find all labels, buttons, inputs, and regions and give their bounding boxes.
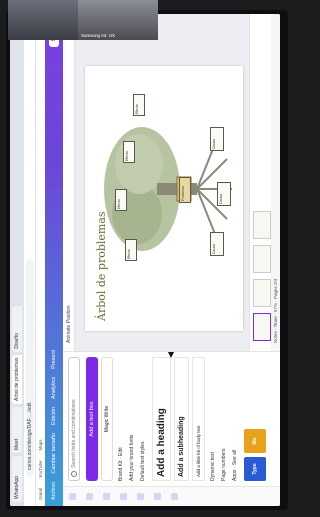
pages-strip (249, 14, 271, 351)
apps-label: Apps · See all (232, 449, 238, 481)
app-thumb[interactable]: Type GRAD (244, 457, 280, 481)
problem-box[interactable]: Problema (179, 177, 191, 203)
brand-icon[interactable] (120, 493, 127, 500)
page-counter: Pages 2/4 (273, 278, 278, 299)
page-thumbnail[interactable] (253, 211, 271, 239)
apps-thumbnails: Type GRAD Mo (244, 357, 280, 481)
url-input[interactable]: canva.com/design/DAF...../edit (25, 260, 34, 476)
font-search-input[interactable]: Search fonts and combinations (68, 357, 80, 481)
participant-name: Samsung Int. UX (81, 33, 116, 38)
rotated-ui: WhatsApp Meet Árbol de problemas Diseño … (10, 14, 280, 506)
add-body-text-button[interactable]: Add a little bit of body text (192, 357, 205, 481)
address-bar: canva.com/design/DAF...../edit (24, 14, 36, 506)
text-icon[interactable] (103, 493, 110, 500)
dynamic-text-label: Dynamic text (210, 452, 216, 481)
menu-edit[interactable]: Edición (51, 407, 57, 425)
canvas-area: Animate Position Árbol de problemas Efec… (63, 14, 280, 351)
timer-button[interactable]: Timer (273, 316, 278, 327)
browser-tab[interactable]: Diseño (12, 305, 22, 352)
menu-resize[interactable]: Cambiar tamaño (51, 433, 57, 474)
status-bar: Notes · Timer · 57% · Pages 2/4 (271, 14, 280, 351)
add-brand-fonts[interactable]: Add your brand fonts (129, 357, 135, 481)
page-numbers-button[interactable]: Page numbers (221, 357, 227, 481)
notes-button[interactable]: Notes (273, 331, 278, 343)
design-page[interactable]: Árbol de problemas Efecto Efecto Efecto … (85, 66, 243, 331)
browser-tab-strip: WhatsApp Meet Árbol de problemas Diseño (10, 14, 24, 506)
page-thumbnail[interactable] (253, 279, 271, 307)
elements-icon[interactable] (86, 493, 93, 500)
edit-link[interactable]: Edit (118, 447, 124, 456)
draw-icon[interactable] (154, 493, 161, 500)
analytics-button[interactable]: Analytics (51, 377, 57, 399)
page-thumbnail[interactable] (253, 245, 271, 273)
bookmark-item[interactable]: Gmail (38, 488, 43, 500)
present-button[interactable]: Present (51, 350, 57, 369)
add-heading-button[interactable]: Add a heading (152, 357, 171, 481)
uploads-icon[interactable] (137, 493, 144, 500)
tree-box[interactable]: Efecto (133, 94, 145, 116)
see-all-link[interactable]: See all (232, 450, 238, 465)
menu-file[interactable]: Archivo (51, 482, 57, 500)
zoom-level[interactable]: 57% (273, 303, 278, 312)
context-toolbar[interactable]: Animate Position (63, 14, 75, 351)
canva-header: Archivo Cambiar tamaño Edición Analytics… (45, 14, 63, 506)
page-thumbnail[interactable] (253, 313, 271, 341)
brand-kit-label: Brand Kit · Edit (118, 447, 124, 481)
add-subheading-button[interactable]: Add a subheading (174, 357, 189, 481)
monitor-screen: WhatsApp Meet Árbol de problemas Diseño … (10, 14, 280, 506)
search-icon (71, 471, 77, 477)
text-panel: Search fonts and combinations Add a text… (63, 351, 280, 486)
tree-box[interactable]: Efecto (115, 189, 127, 211)
design-icon[interactable] (69, 493, 76, 500)
apps-icon[interactable] (171, 493, 178, 500)
tree-box[interactable]: Efecto (123, 141, 135, 163)
default-styles-label: Default text styles (140, 441, 146, 481)
tree-box[interactable]: Causa (210, 127, 224, 151)
mouse-cursor-icon (168, 352, 174, 358)
browser-tab[interactable]: WhatsApp (12, 456, 22, 502)
app-thumb[interactable]: Mo (244, 429, 266, 453)
browser-tab-active[interactable]: Árbol de problemas (12, 354, 22, 404)
video-tile: Samsung Int. UX (78, 0, 158, 40)
bookmark-item[interactable]: YouTube (38, 461, 43, 479)
add-text-box-button[interactable]: Add a text box (86, 357, 98, 481)
bookmarks-bar: Gmail YouTube Maps (36, 14, 45, 506)
magic-write-button[interactable]: Magic Write (101, 357, 113, 481)
left-rail (63, 486, 280, 506)
video-tile (8, 0, 78, 40)
tree-box[interactable]: Causa (210, 232, 224, 256)
browser-tab[interactable]: Meet (12, 407, 22, 453)
bookmark-item[interactable]: Maps (38, 440, 43, 451)
tree-box[interactable]: Efecto (125, 239, 137, 261)
tree-box[interactable]: Causa (217, 182, 231, 206)
